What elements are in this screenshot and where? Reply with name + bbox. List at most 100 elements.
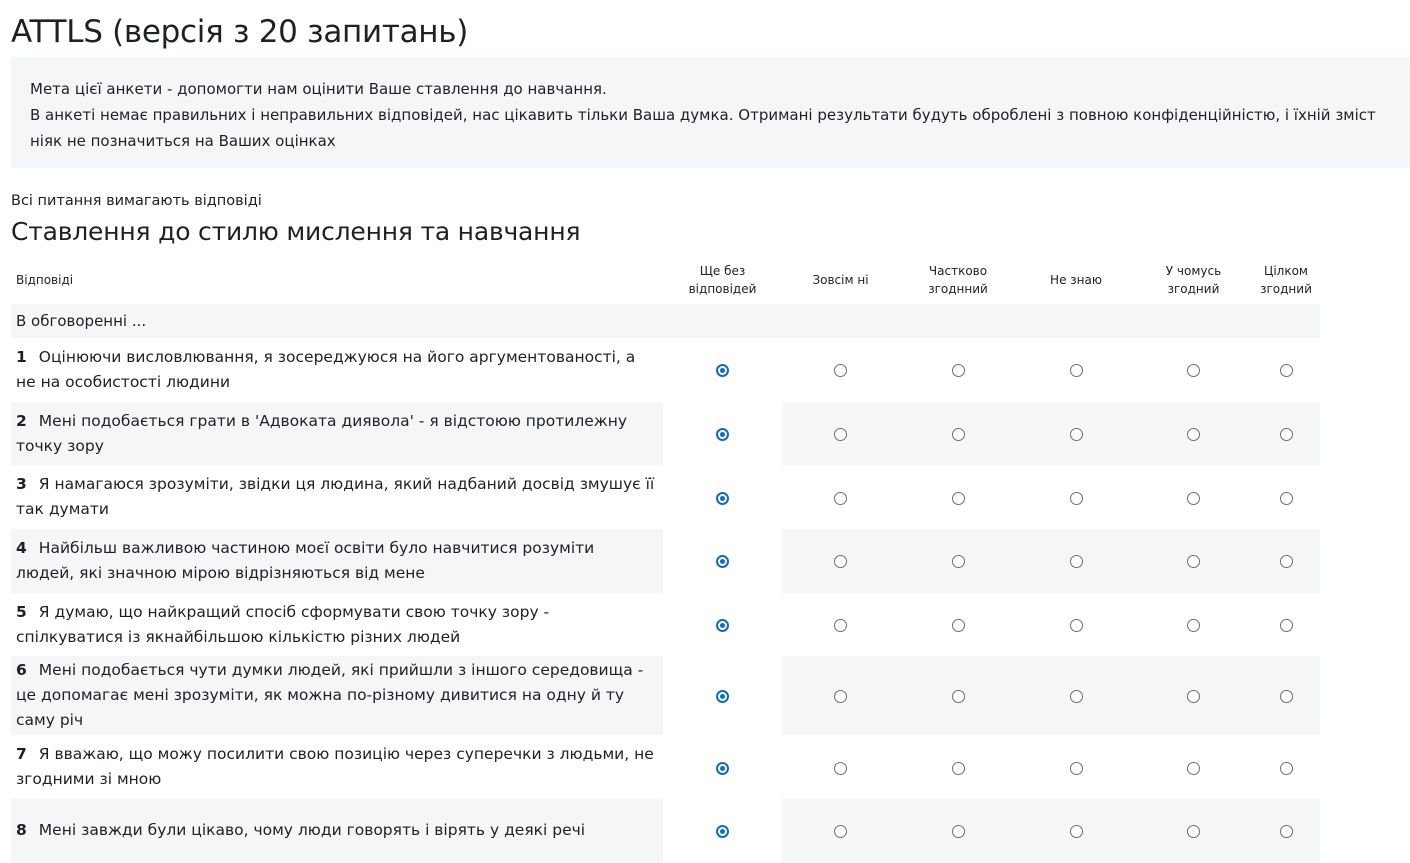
option-cell-fully-agree xyxy=(1252,338,1320,402)
radio-fully-agree[interactable] xyxy=(1279,555,1293,569)
question-text-cell: 8 Мені завжди були цікаво, чому люди гово… xyxy=(11,799,663,863)
radio-somewhat-agree[interactable] xyxy=(1187,555,1200,569)
intro-line-2: В анкеті немає правильних і неправильних… xyxy=(30,106,1376,150)
radio-partly-agree[interactable] xyxy=(951,690,965,704)
option-cell-dont-know xyxy=(1017,735,1135,799)
question-text-cell: 1 Оцінюючи висловлювання, я зосереджуюся … xyxy=(11,338,663,402)
radio-fully-agree[interactable] xyxy=(1279,825,1293,839)
radio-no-answer[interactable] xyxy=(716,555,729,569)
radio-somewhat-agree[interactable] xyxy=(1187,491,1200,505)
radio-partly-agree[interactable] xyxy=(951,825,965,839)
radio-fully-agree[interactable] xyxy=(1279,619,1293,633)
radio-strongly-disagree[interactable] xyxy=(834,491,847,505)
option-cell-no-answer xyxy=(663,593,782,657)
radio-no-answer[interactable] xyxy=(716,428,729,442)
radio-fully-agree[interactable] xyxy=(1279,491,1293,505)
question-text-cell: 4 Найбільш важливою частиною моєї освіти … xyxy=(11,529,663,593)
question-row: 2 Мені подобається грати в 'Адвоката дияв… xyxy=(11,401,1320,466)
option-cell-dont-know xyxy=(1017,338,1135,402)
question-text: Оцінюючи висловлювання, я зосереджуюся н… xyxy=(16,347,636,391)
question-row: 7Я вважаю, що можу посилити свою позицію… xyxy=(11,735,1320,799)
option-cell-fully-agree xyxy=(1252,401,1320,466)
radio-dont-know[interactable] xyxy=(1069,619,1083,633)
question-text-cell: 3Я намагаюся зрозуміти, звідки ця людина… xyxy=(11,465,663,529)
radio-dont-know[interactable] xyxy=(1069,761,1083,775)
option-cell-strongly-disagree xyxy=(782,401,899,466)
intro-box: Мета цієї анкети - допомогти нам оцінити… xyxy=(11,57,1410,168)
radio-dont-know[interactable] xyxy=(1069,491,1083,505)
radio-no-answer[interactable] xyxy=(716,761,729,775)
option-cell-somewhat-agree xyxy=(1135,465,1252,529)
option-cell-somewhat-agree xyxy=(1135,401,1252,466)
radio-fully-agree[interactable] xyxy=(1279,364,1293,378)
question-text: Я думаю, що найкращий спосіб сформувати … xyxy=(16,602,550,646)
option-cell-somewhat-agree xyxy=(1135,656,1252,736)
radio-dont-know[interactable] xyxy=(1069,690,1083,704)
question-number: 3 xyxy=(16,475,27,494)
header-responses: Відповіді xyxy=(16,273,74,287)
radio-somewhat-agree[interactable] xyxy=(1187,619,1200,633)
radio-dont-know[interactable] xyxy=(1069,364,1083,378)
question-text-cell: 2 Мені подобається грати в 'Адвоката дияв… xyxy=(11,401,663,466)
survey-page: ATTLS (версія з 20 запитань) Мета цієї а… xyxy=(0,0,1410,863)
option-cell-partly-agree xyxy=(899,799,1017,863)
option-cell-no-answer xyxy=(663,401,782,466)
option-cell-somewhat-agree xyxy=(1135,799,1252,863)
question-number: 4 xyxy=(16,538,27,557)
option-cell-partly-agree xyxy=(899,338,1017,402)
radio-no-answer[interactable] xyxy=(716,491,729,505)
question-text: Мені подобається грати в 'Адвоката дияво… xyxy=(16,411,628,455)
radio-no-answer[interactable] xyxy=(716,364,729,378)
question-number: 6 xyxy=(16,661,27,680)
radio-fully-agree[interactable] xyxy=(1279,690,1293,704)
option-cell-somewhat-agree xyxy=(1135,338,1252,402)
radio-no-answer[interactable] xyxy=(716,690,729,704)
radio-partly-agree[interactable] xyxy=(951,364,965,378)
radio-partly-agree[interactable] xyxy=(951,428,965,442)
radio-somewhat-agree[interactable] xyxy=(1187,761,1200,775)
question-number: 2 xyxy=(16,411,27,430)
survey-table: Відповіді Ще без відповідей Зовсім ні Ча… xyxy=(11,256,1320,863)
question-number: 5 xyxy=(16,602,27,621)
radio-strongly-disagree[interactable] xyxy=(834,619,847,633)
radio-fully-agree[interactable] xyxy=(1279,761,1293,775)
question-text: Мені завжди були цікаво, чому люди говор… xyxy=(38,821,586,840)
radio-strongly-disagree[interactable] xyxy=(834,555,847,569)
radio-somewhat-agree[interactable] xyxy=(1187,825,1200,839)
question-row: 5Я думаю, що найкращий спосіб сформувати… xyxy=(11,593,1320,657)
radio-somewhat-agree[interactable] xyxy=(1187,428,1200,442)
radio-strongly-disagree[interactable] xyxy=(834,364,847,378)
option-cell-dont-know xyxy=(1017,401,1135,466)
option-cell-fully-agree xyxy=(1252,735,1320,799)
group-label: В обговоренні ... xyxy=(11,304,1320,338)
option-cell-somewhat-agree xyxy=(1135,529,1252,593)
header-dont-know: Не знаю xyxy=(1050,273,1102,287)
radio-strongly-disagree[interactable] xyxy=(834,690,847,704)
radio-somewhat-agree[interactable] xyxy=(1187,364,1200,378)
question-text: Я намагаюся зрозуміти, звідки ця людина,… xyxy=(16,475,655,519)
radio-dont-know[interactable] xyxy=(1069,825,1083,839)
radio-dont-know[interactable] xyxy=(1069,428,1083,442)
radio-strongly-disagree[interactable] xyxy=(834,825,847,839)
question-row: 4 Найбільш важливою частиною моєї освіти … xyxy=(11,529,1320,593)
radio-no-answer[interactable] xyxy=(716,825,729,839)
option-cell-strongly-disagree xyxy=(782,799,899,863)
option-cell-strongly-disagree xyxy=(782,465,899,529)
radio-fully-agree[interactable] xyxy=(1279,428,1293,442)
radio-partly-agree[interactable] xyxy=(951,555,965,569)
radio-partly-agree[interactable] xyxy=(951,761,965,775)
option-cell-dont-know xyxy=(1017,799,1135,863)
header-fully-agree: Цілком згодний xyxy=(1260,264,1312,296)
option-cell-no-answer xyxy=(663,656,782,736)
section-title: Ставлення до стилю мислення та навчання xyxy=(11,217,581,246)
header-no-answer: Ще без відповідей xyxy=(688,264,757,296)
radio-partly-agree[interactable] xyxy=(951,491,965,505)
radio-strongly-disagree[interactable] xyxy=(834,761,847,775)
radio-strongly-disagree[interactable] xyxy=(834,428,847,442)
radio-somewhat-agree[interactable] xyxy=(1187,690,1200,704)
radio-partly-agree[interactable] xyxy=(951,619,965,633)
radio-dont-know[interactable] xyxy=(1069,555,1083,569)
intro-line-1: Мета цієї анкети - допомогти нам оцінити… xyxy=(30,80,607,98)
radio-no-answer[interactable] xyxy=(716,619,729,633)
option-cell-dont-know xyxy=(1017,529,1135,593)
